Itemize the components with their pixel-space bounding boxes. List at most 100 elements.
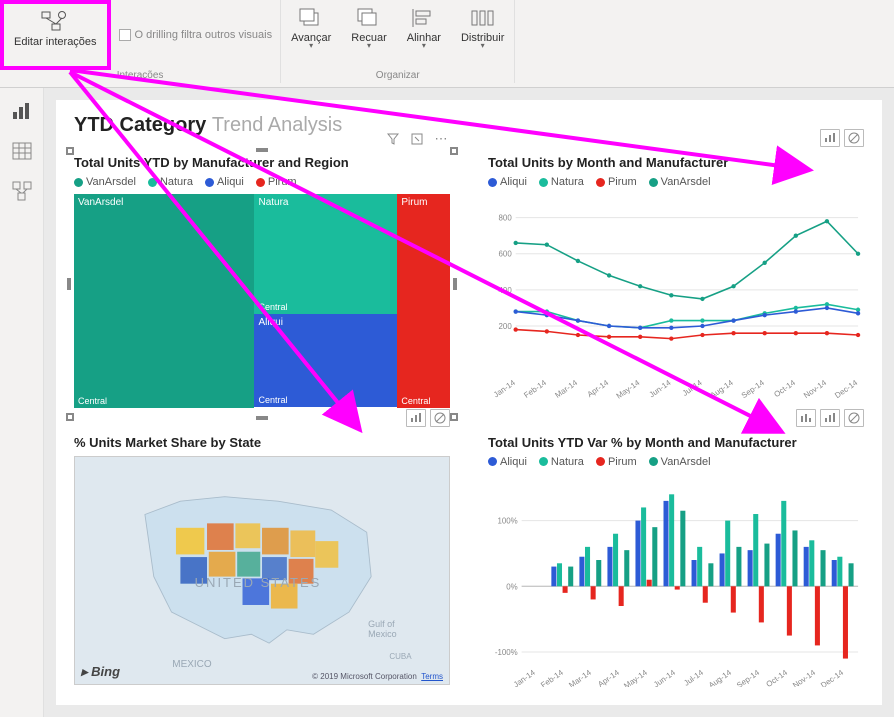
svg-text:Aug-14: Aug-14 (707, 667, 734, 687)
ribbon-group-arrange-label: Organizar (281, 70, 514, 81)
bring-forward-icon (295, 4, 327, 32)
svg-text:Jun-14: Jun-14 (652, 667, 677, 687)
svg-text:Jan-14: Jan-14 (512, 667, 537, 687)
svg-text:Sep-14: Sep-14 (735, 667, 762, 687)
svg-text:Oct-14: Oct-14 (772, 378, 797, 399)
svg-text:400: 400 (499, 286, 513, 295)
page-title-sub: Trend Analysis (212, 114, 342, 136)
map-title: % Units Market Share by State (74, 435, 450, 450)
chevron-down-icon: ▾ (481, 44, 485, 48)
treemap-body[interactable]: VanArsdelCentralNaturaCentralAliquiCentr… (74, 194, 450, 408)
linechart-body[interactable]: 200 400 600 800 Jan-14Feb-14Mar-14 Apr-14May-… (488, 194, 864, 408)
interaction-none-icon[interactable] (430, 409, 450, 427)
treemap-legend: VanArsdelNaturaAliquiPirum (74, 176, 450, 188)
map-country-label: UNITED STATES (195, 575, 322, 590)
interaction-none-icon[interactable] (844, 129, 864, 147)
svg-text:Jul-14: Jul-14 (681, 378, 704, 398)
report-canvas: YTD Category Trend Analysis ⋯ Total Unit… (44, 88, 894, 717)
svg-text:Aug-14: Aug-14 (709, 378, 736, 400)
ribbon-group-interactions: Editar interações O drilling filtra outr… (0, 0, 281, 83)
treemap-cell[interactable]: AliquiCentral (254, 314, 397, 408)
map-svg (120, 479, 401, 656)
send-backward-button[interactable]: Recuar ▾ (341, 0, 396, 70)
visual-treemap[interactable]: ⋯ Total Units YTD by Manufacturer and Re… (74, 155, 450, 413)
report-view-icon[interactable] (11, 100, 33, 122)
svg-text:600: 600 (499, 250, 513, 259)
report-page[interactable]: YTD Category Trend Analysis ⋯ Total Unit… (56, 100, 882, 705)
bing-logo: ▸ Bing (81, 664, 120, 680)
treemap-cell[interactable]: VanArsdelCentral (74, 194, 254, 408)
svg-text:Jun-14: Jun-14 (647, 378, 672, 400)
chevron-down-icon: ▾ (367, 44, 371, 48)
edit-interactions-icon (39, 8, 71, 36)
svg-text:200: 200 (499, 322, 513, 331)
interaction-filter-icon[interactable] (820, 409, 840, 427)
svg-text:Jan-14: Jan-14 (492, 378, 517, 400)
svg-text:Apr-14: Apr-14 (596, 667, 621, 687)
svg-text:Nov-14: Nov-14 (802, 378, 829, 400)
svg-text:Feb-14: Feb-14 (522, 378, 548, 400)
visual-linechart[interactable]: Total Units by Month and Manufacturer Al… (488, 155, 864, 413)
page-title: YTD Category Trend Analysis (74, 114, 864, 137)
bring-forward-button[interactable]: Avançar ▾ (281, 0, 341, 70)
chevron-down-icon: ▾ (309, 44, 313, 48)
map-cuba-label: CUBA (389, 652, 411, 661)
svg-text:0%: 0% (506, 582, 517, 591)
svg-text:800: 800 (499, 214, 513, 223)
interaction-none-icon[interactable] (844, 409, 864, 427)
svg-text:Dec-14: Dec-14 (819, 667, 846, 687)
send-backward-icon (353, 4, 385, 32)
ribbon-group-arrange: Avançar ▾ Recuar ▾ Alinhar ▾ (281, 0, 515, 83)
interaction-filter-icon[interactable] (406, 409, 426, 427)
map-terms-link[interactable]: Terms (421, 672, 443, 681)
linechart-title: Total Units by Month and Manufacturer (488, 155, 864, 170)
distribute-icon (467, 4, 499, 32)
visual-map[interactable]: % Units Market Share by State (74, 435, 450, 693)
svg-text:Feb-14: Feb-14 (539, 667, 565, 687)
interaction-highlight-icon[interactable] (796, 409, 816, 427)
svg-text:Sep-14: Sep-14 (740, 378, 767, 400)
svg-text:Mar-14: Mar-14 (567, 667, 593, 687)
edit-interactions-label: Editar interações (14, 36, 97, 48)
svg-text:Dec-14: Dec-14 (833, 378, 860, 400)
interaction-icons (406, 409, 450, 427)
barchart-legend: AliquiNaturaPirumVanArsdel (488, 456, 864, 468)
svg-text:Mar-14: Mar-14 (553, 378, 579, 400)
map-gulf-label: Gulf of Mexico (368, 619, 397, 639)
filter-icon[interactable] (384, 131, 402, 147)
visual-barchart[interactable]: Total Units YTD Var % by Month and Manuf… (488, 435, 864, 693)
page-title-main: YTD Category (74, 114, 206, 136)
ribbon-group-interactions-label: Interações (0, 70, 280, 81)
svg-text:Oct-14: Oct-14 (765, 667, 790, 687)
svg-text:-100%: -100% (495, 647, 518, 656)
drilling-filters-label: O drilling filtra outros visuais (135, 29, 273, 41)
interaction-filter-icon[interactable] (820, 129, 840, 147)
barchart-body[interactable]: -100%0%100%Jan-14Feb-14Mar-14Apr-14May-1… (488, 474, 864, 688)
distribute-button[interactable]: Distribuir ▾ (451, 0, 514, 70)
treemap-cell[interactable]: NaturaCentral (254, 194, 397, 314)
ribbon: Editar interações O drilling filtra outr… (0, 0, 894, 88)
more-options-icon[interactable]: ⋯ (432, 131, 450, 147)
svg-text:100%: 100% (497, 516, 517, 525)
svg-text:Nov-14: Nov-14 (791, 667, 818, 687)
visual-header-icons: ⋯ (384, 131, 450, 147)
focus-mode-icon[interactable] (408, 131, 426, 147)
treemap-cell[interactable]: PirumCentral (397, 194, 450, 408)
checkbox-icon (119, 29, 131, 41)
svg-text:Apr-14: Apr-14 (586, 378, 611, 399)
interaction-icons (820, 129, 864, 147)
svg-text:Jul-14: Jul-14 (682, 667, 705, 687)
linechart-legend: AliquiNaturaPirumVanArsdel (488, 176, 864, 188)
drilling-filters-checkbox[interactable]: O drilling filtra outros visuais (111, 0, 281, 70)
interaction-icons (796, 409, 864, 427)
align-button[interactable]: Alinhar ▾ (397, 0, 451, 70)
model-view-icon[interactable] (11, 180, 33, 202)
chevron-down-icon: ▾ (422, 44, 426, 48)
svg-text:May-14: May-14 (615, 378, 642, 401)
map-mexico-label: MEXICO (172, 659, 211, 670)
map-body[interactable]: UNITED STATES MEXICO Gulf of Mexico CUBA… (74, 456, 450, 686)
edit-interactions-button[interactable]: Editar interações (0, 0, 111, 70)
align-icon (408, 4, 440, 32)
data-view-icon[interactable] (11, 140, 33, 162)
map-copyright: © 2019 Microsoft Corporation Terms (312, 672, 443, 681)
